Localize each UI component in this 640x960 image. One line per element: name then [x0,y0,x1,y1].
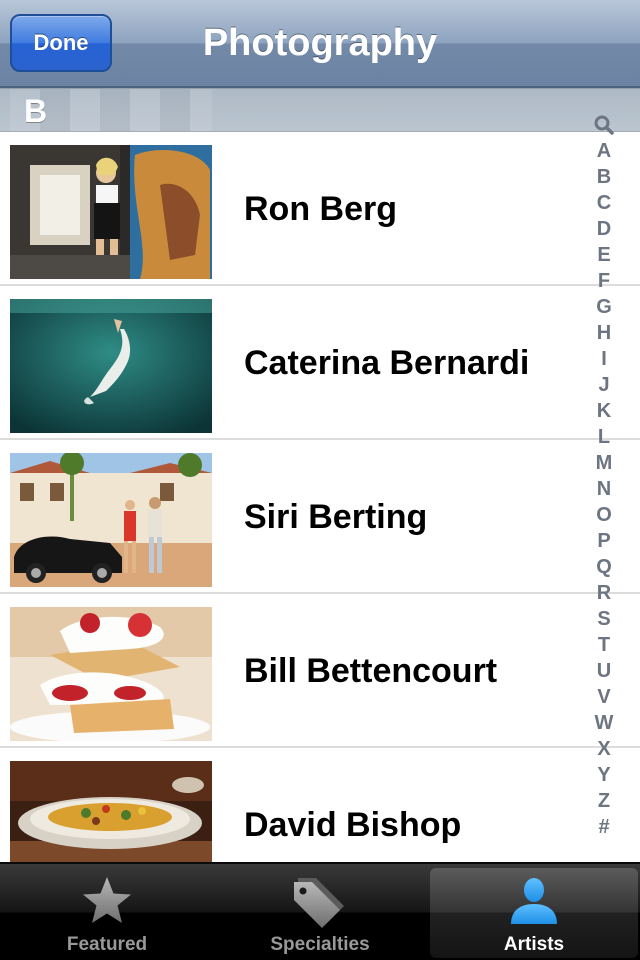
index-letter-p[interactable]: P [588,528,620,554]
artist-name: Caterina Bernardi [244,344,530,382]
list-item[interactable]: Bill Bettencourt [0,594,640,748]
tags-icon [292,874,348,935]
index-letter-k[interactable]: K [588,398,620,424]
tab-label: Artists [503,934,565,955]
navigation-bar: Done Photography [0,0,640,88]
index-letter-e[interactable]: E [588,242,620,268]
artist-name: Siri Berting [244,498,428,536]
index-letter-hash[interactable]: # [588,814,620,840]
index-letter-w[interactable]: W [588,710,620,736]
index-letter-h[interactable]: H [588,320,620,346]
tab-bar: Featured Specialties Artists [0,862,640,960]
artist-thumbnail [10,299,212,433]
index-letter-s[interactable]: S [588,606,620,632]
index-letter-o[interactable]: O [588,502,620,528]
artist-name: Ron Berg [244,190,397,228]
tab-specialties[interactable]: Specialties [216,868,424,958]
index-letter-l[interactable]: L [588,424,620,450]
index-letter-f[interactable]: F [588,268,620,294]
index-letter-y[interactable]: Y [588,762,620,788]
list-item[interactable]: Ron Berg [0,132,640,286]
artist-name: David Bishop [244,806,462,844]
artist-thumbnail [10,145,212,279]
artist-list[interactable]: Ron Berg Caterina Bernardi Siri Berting … [0,132,640,862]
index-letter-u[interactable]: U [588,658,620,684]
tab-label: Featured [66,934,148,955]
index-letter-g[interactable]: G [588,294,620,320]
index-letter-z[interactable]: Z [588,788,620,814]
index-letter-v[interactable]: V [588,684,620,710]
artist-thumbnail [10,607,212,741]
section-header: B [0,88,640,132]
tab-label: Specialties [270,934,370,955]
list-item[interactable]: Caterina Bernardi [0,286,640,440]
page-title: Photography [202,22,438,64]
index-letter-q[interactable]: Q [588,554,620,580]
artist-name: Bill Bettencourt [244,652,498,690]
tab-artists[interactable]: Artists [430,868,638,958]
index-letter-r[interactable]: R [588,580,620,606]
index-letter-a[interactable]: A [588,138,620,164]
tab-featured[interactable]: Featured [3,868,211,958]
artist-thumbnail [10,761,212,862]
index-letter-m[interactable]: M [588,450,620,476]
index-letter-n[interactable]: N [588,476,620,502]
index-letter-i[interactable]: I [588,346,620,372]
artist-thumbnail [10,453,212,587]
index-letter-c[interactable]: C [588,190,620,216]
list-item[interactable]: David Bishop [0,748,640,862]
index-letter-d[interactable]: D [588,216,620,242]
search-icon[interactable] [588,112,620,138]
index-letter-t[interactable]: T [588,632,620,658]
star-icon [80,874,134,933]
list-item[interactable]: Siri Berting [0,440,640,594]
person-icon [507,874,561,933]
section-letter: B [24,93,48,129]
index-letter-b[interactable]: B [588,164,620,190]
index-letter-x[interactable]: X [588,736,620,762]
alphabet-index[interactable]: A B C D E F G H I J K L M N O P Q R S T … [588,112,620,842]
index-letter-j[interactable]: J [588,372,620,398]
